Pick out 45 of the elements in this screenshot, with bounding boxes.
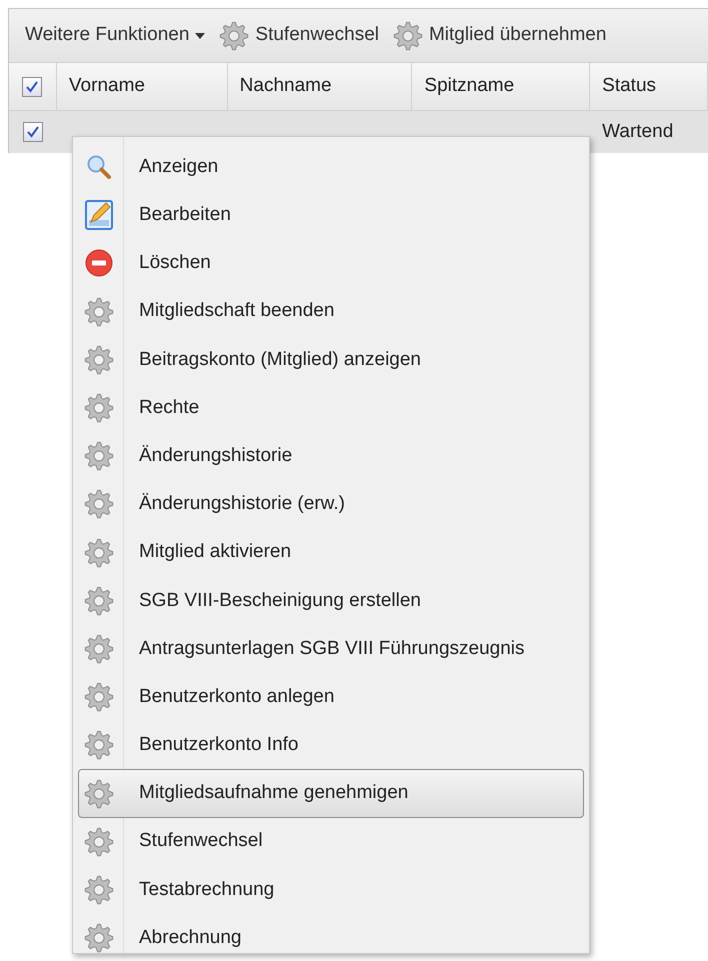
- column-header[interactable]: Vorname: [56, 63, 228, 110]
- search-icon: [86, 154, 112, 180]
- menu-item[interactable]: Änderungshistorie (erw.): [78, 480, 584, 528]
- gear-icon: [84, 778, 114, 809]
- menu-item[interactable]: Beitragskonto (Mitglied) anzeigen: [78, 336, 584, 384]
- gear-icon: [84, 538, 114, 568]
- edit-icon: [85, 200, 113, 230]
- menu-item[interactable]: Rechte: [78, 384, 584, 432]
- gear-icon: [84, 634, 114, 664]
- dropdown-button[interactable]: Weitere Funktionen: [25, 21, 206, 50]
- menu-item[interactable]: Antragsunterlagen SGB VIII Führungszeugnis: [78, 624, 584, 674]
- menu-item[interactable]: Änderungshistorie: [78, 432, 584, 480]
- column-header[interactable]: Status: [590, 63, 708, 110]
- gear-icon: [84, 393, 114, 424]
- gear-icon: [392, 20, 423, 50]
- gear-icon: [84, 682, 114, 712]
- menu-item[interactable]: SGB VIII-Bescheinigung erstellen: [78, 576, 584, 625]
- toolbar-button[interactable]: Mitglied übernehmen: [392, 20, 606, 50]
- menu-item[interactable]: Mitglied aktivieren: [78, 528, 584, 577]
- menu-item[interactable]: Abrechnung: [78, 914, 584, 961]
- gear-icon: [84, 296, 114, 327]
- menu-item[interactable]: Bearbeiten: [78, 191, 584, 240]
- gear-icon: [84, 826, 114, 857]
- menu-item[interactable]: Löschen: [78, 239, 584, 288]
- gear-icon: [84, 344, 114, 375]
- gear-icon: [84, 586, 114, 616]
- menu-item[interactable]: Benutzerkonto anlegen: [78, 673, 584, 722]
- menu-item[interactable]: Testabrechnung: [78, 866, 584, 914]
- caret-icon: [195, 32, 206, 38]
- menu-item[interactable]: Benutzerkonto Info: [78, 721, 584, 770]
- column-header[interactable]: Nachname: [228, 63, 412, 110]
- gear-icon: [84, 730, 114, 760]
- gear-icon: [84, 441, 114, 472]
- gear-icon: [84, 489, 114, 520]
- menu-item[interactable]: Mitgliedschaft beenden: [78, 288, 584, 336]
- menu-item[interactable]: Mitgliedsaufnahme genehmigen: [78, 769, 584, 818]
- menu-item[interactable]: Stufenwechsel: [78, 818, 584, 866]
- column-header[interactable]: Spitzname: [412, 63, 590, 110]
- gear-icon: [84, 874, 114, 905]
- checkbox[interactable]: [22, 122, 43, 142]
- checkbox[interactable]: [22, 76, 42, 96]
- delete-icon: [85, 249, 113, 278]
- table-cell-text: Wartend: [602, 120, 674, 144]
- gear-icon: [219, 20, 250, 50]
- toolbar-button[interactable]: Stufenwechsel: [219, 20, 379, 50]
